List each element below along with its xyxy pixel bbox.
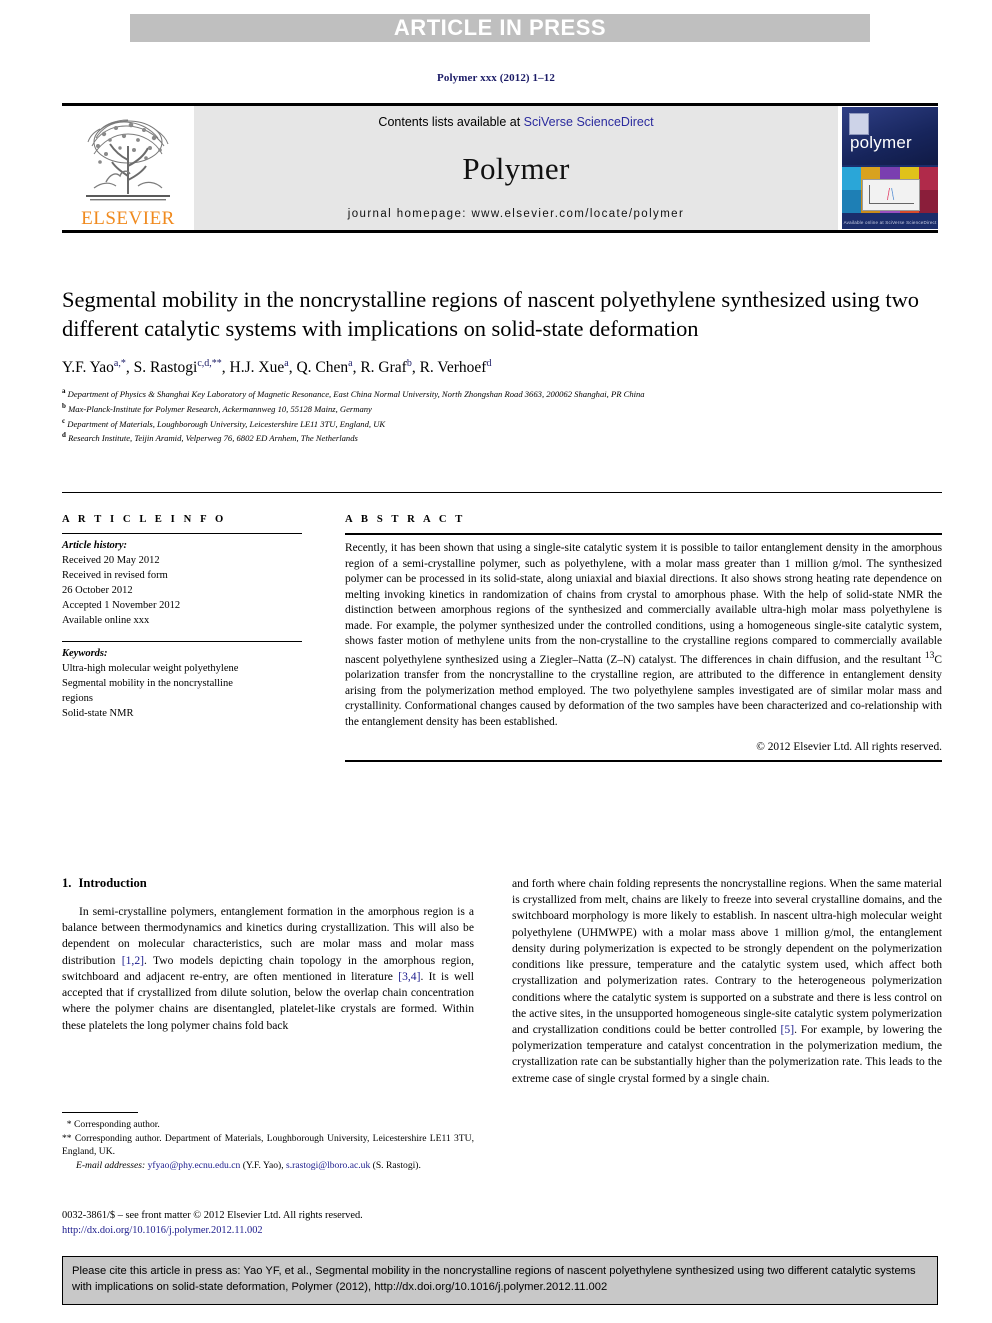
article-info-column: A R T I C L E I N F O Article history: R…: [62, 514, 302, 722]
history-line: 26 October 2012: [62, 584, 133, 596]
keyword-item: Ultra-high molecular weight polyethylene: [62, 663, 239, 675]
citation-ref-5[interactable]: [5]: [781, 1023, 795, 1036]
email-link-1[interactable]: yfyao@phy.ecnu.edu.cn: [148, 1160, 241, 1171]
info-section-top-rule: [62, 492, 942, 493]
masthead-bottom-rule: [62, 230, 938, 233]
journal-homepage-line[interactable]: journal homepage: www.elsevier.com/locat…: [348, 208, 684, 220]
article-in-press-banner: ARTICLE IN PRESS: [130, 14, 870, 42]
affiliation-item: b Max-Planck-Institute for Polymer Resea…: [62, 401, 942, 416]
author-marker: a: [284, 357, 289, 369]
email-addresses-label: E-mail addresses:: [76, 1159, 146, 1171]
affiliation-marker: b: [62, 401, 66, 410]
intro-text-4: and forth where chain folding represents…: [512, 877, 942, 1036]
footnote-corresponding-2: ** Corresponding author. Department of M…: [62, 1132, 474, 1159]
issn-line: 0032-3861/$ – see front matter © 2012 El…: [62, 1210, 363, 1221]
email-owner-2: (S. Rastogi).: [372, 1159, 421, 1171]
footnote-corresponding-1: * Corresponding author.: [62, 1118, 474, 1132]
section-title: Introduction: [78, 876, 147, 890]
elsevier-wordmark: ELSEVIER: [81, 208, 175, 229]
abstract-superscript-13: 13: [924, 650, 935, 661]
abstract-bottom-rule: [345, 759, 942, 762]
author-marker: c,d,**: [197, 357, 222, 369]
intro-paragraph-right: and forth where chain folding represents…: [512, 876, 942, 1087]
affiliation-marker: c: [62, 416, 66, 425]
sciencedirect-link[interactable]: SciVerse ScienceDirect: [524, 115, 654, 129]
journal-reference-line: Polymer xxx (2012) 1–12: [437, 72, 555, 84]
cover-footer-text: Available online at SciVerse ScienceDire…: [843, 220, 937, 225]
keywords-block: Keywords: Ultra-high molecular weight po…: [62, 642, 302, 722]
email-link-2[interactable]: s.rastogi@lboro.ac.uk: [286, 1160, 370, 1171]
keyword-item: Segmental mobility in the noncrystalline: [62, 678, 233, 690]
affiliation-text: Max-Planck-Institute for Polymer Researc…: [68, 403, 372, 414]
article-info-heading: A R T I C L E I N F O: [62, 514, 227, 525]
author-list: Y.F. Yaoa,*, S. Rastogic,d,**, H.J. Xuea…: [62, 357, 492, 376]
keyword-item: regions: [62, 693, 93, 705]
contents-prefix: Contents lists available at: [378, 115, 524, 129]
author-marker: b: [406, 357, 412, 369]
footnote-marker-1: *: [66, 1119, 72, 1130]
affiliation-text: Research Institute, Teijin Aramid, Velpe…: [68, 433, 358, 444]
keyword-item: Solid-state NMR: [62, 708, 134, 720]
footnote-marker-2: **: [62, 1132, 72, 1144]
abstract-copyright: © 2012 Elsevier Ltd. All rights reserved…: [756, 740, 942, 753]
cover-inset-plot: [862, 179, 920, 211]
masthead-center: Contents lists available at SciVerse Sci…: [194, 106, 838, 230]
author-marker: d: [486, 357, 492, 369]
history-line: Available online xxx: [62, 614, 150, 626]
affiliation-item: d Research Institute, Teijin Aramid, Vel…: [62, 430, 942, 445]
author-marker: a,*: [113, 357, 126, 369]
elsevier-tree-icon: [76, 116, 180, 208]
journal-cover-cell: polymer Available online at SciVerse Sci…: [838, 106, 938, 230]
footnote-text-2: Corresponding author. Department of Mate…: [62, 1132, 474, 1158]
affiliation-list: a Department of Physics & Shanghai Key L…: [62, 386, 942, 446]
affiliation-item: a Department of Physics & Shanghai Key L…: [62, 386, 942, 401]
page-title: Segmental mobility in the noncrystalline…: [62, 287, 920, 342]
cite-this-article-box: Please cite this article in press as: Ya…: [62, 1256, 938, 1305]
section-number: 1.: [62, 876, 72, 890]
article-history-label: Article history:: [62, 540, 128, 551]
affiliation-marker: d: [62, 431, 66, 440]
section-heading-introduction: 1. Introduction: [62, 876, 474, 891]
body-column-left: 1. Introduction In semi-crystalline polym…: [62, 876, 474, 1034]
history-line: Accepted 1 November 2012: [62, 599, 181, 611]
affiliation-marker: a: [62, 386, 66, 395]
affiliation-text: Department of Materials, Loughborough Un…: [67, 418, 386, 429]
front-matter-block: 0032-3861/$ – see front matter © 2012 El…: [62, 1208, 502, 1238]
intro-paragraph-left: In semi-crystalline polymers, entangleme…: [62, 904, 474, 1034]
contents-available-line: Contents lists available at SciVerse Sci…: [378, 115, 653, 129]
abstract-body: Recently, it has been shown that using a…: [345, 535, 942, 731]
journal-masthead: ELSEVIER Contents lists available at Sci…: [62, 103, 938, 233]
email-owner-1: (Y.F. Yao): [242, 1159, 282, 1171]
body-column-right: and forth where chain folding represents…: [512, 876, 942, 1087]
affiliation-text: Department of Physics & Shanghai Key Lab…: [67, 388, 645, 399]
citation-ref-1-2[interactable]: [1,2]: [122, 954, 144, 967]
affiliation-item: c Department of Materials, Loughborough …: [62, 416, 942, 431]
keywords-label: Keywords:: [62, 648, 108, 660]
citation-ref-3-4[interactable]: [3,4]: [398, 970, 420, 983]
journal-title: Polymer: [462, 150, 570, 186]
abstract-column: A B S T R A C T Recently, it has been sh…: [345, 514, 942, 762]
footnote-separator-rule: [62, 1112, 138, 1113]
author-marker: a: [348, 357, 353, 369]
footnote-emails: E-mail addresses: yfyao@phy.ecnu.edu.cn …: [76, 1159, 421, 1171]
cite-text: Please cite this article in press as: Ya…: [72, 1265, 916, 1293]
article-history-block: Article history: Received 20 May 2012 Re…: [62, 534, 302, 628]
abstract-heading: A B S T R A C T: [345, 514, 466, 525]
elsevier-logo: ELSEVIER: [62, 106, 194, 230]
cover-elsevier-mark-icon: [849, 113, 869, 135]
footnotes-block: * Corresponding author. ** Corresponding…: [62, 1118, 474, 1172]
article-in-press-label: ARTICLE IN PRESS: [393, 15, 607, 40]
doi-link[interactable]: http://dx.doi.org/10.1016/j.polymer.2012…: [62, 1223, 502, 1238]
article-page: ARTICLE IN PRESS Polymer xxx (2012) 1–12: [0, 0, 992, 1323]
title-block: Segmental mobility in the noncrystalline…: [62, 285, 942, 445]
cover-journal-title: polymer: [850, 133, 912, 152]
history-line: Received in revised form: [62, 569, 168, 581]
footnote-text-1: Corresponding author.: [74, 1119, 160, 1130]
history-line: Received 20 May 2012: [62, 554, 160, 566]
journal-cover-image: polymer Available online at SciVerse Sci…: [842, 107, 938, 229]
abstract-text-part1: Recently, it has been shown that using a…: [345, 542, 942, 666]
